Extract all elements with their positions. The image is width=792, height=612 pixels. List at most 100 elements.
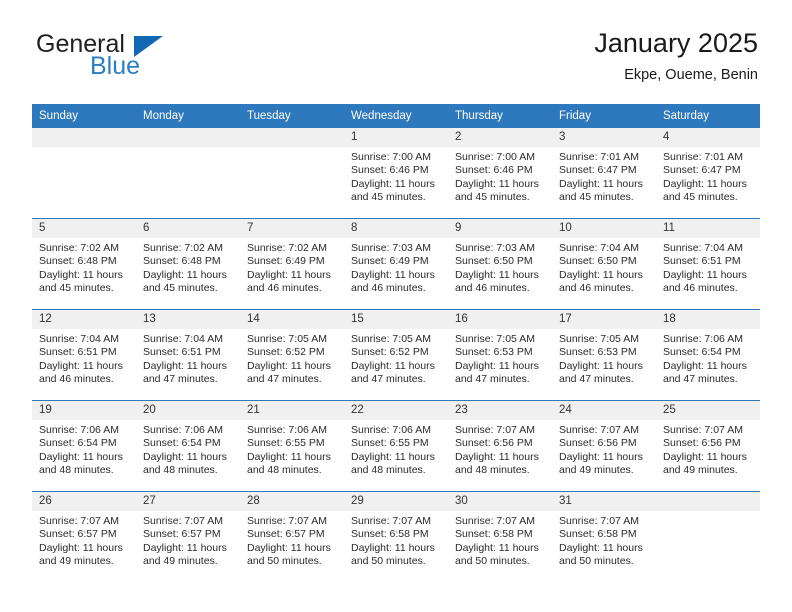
calendar-header-row: Sunday Monday Tuesday Wednesday Thursday Frid… [32,104,760,128]
sunrise-text: Sunrise: 7:06 AM [143,424,223,436]
calendar-day[interactable]: 28 Sunrise: 7:07 AM Sunset: 6:57 PM Dayligh… [240,492,344,582]
calendar-day[interactable]: 27 Sunrise: 7:07 AM Sunset: 6:57 PM Dayligh… [136,492,240,582]
calendar-day[interactable]: 12 Sunrise: 7:04 AM Sunset: 6:51 PM Dayligh… [32,310,136,400]
sunset-text: Sunset: 6:51 PM [39,346,117,359]
calendar-cell: 26 Sunrise: 7:07 AM Sunset: 6:57 PM Dayligh… [32,491,136,582]
daylight-text: Daylight: 11 hours and 50 minutes. [247,541,331,568]
brand-logo[interactable]: General Blue [34,28,294,90]
calendar-day[interactable]: 24 Sunrise: 7:07 AM Sunset: 6:56 PM Dayligh… [552,401,656,491]
sunset-text: Sunset: 6:54 PM [663,346,741,359]
daylight-text: Daylight: 11 hours and 47 minutes. [559,359,643,386]
sunset-text: Sunset: 6:53 PM [455,346,533,359]
sunrise-text: Sunrise: 7:07 AM [39,515,119,527]
day-number: 19 [32,401,136,420]
sunrise-text: Sunrise: 7:00 AM [351,151,431,163]
sunset-text: Sunset: 6:57 PM [247,528,325,541]
calendar-day[interactable]: 31 Sunrise: 7:07 AM Sunset: 6:58 PM Dayligh… [552,492,656,582]
calendar-day[interactable]: 3 Sunrise: 7:01 AM Sunset: 6:47 PM Daylight… [552,128,656,218]
sunrise-text: Sunrise: 7:07 AM [559,424,639,436]
calendar-day[interactable]: 2 Sunrise: 7:00 AM Sunset: 6:46 PM Daylight… [448,128,552,218]
page-subtitle: Ekpe, Oueme, Benin [624,67,758,84]
day-number: 18 [656,310,760,329]
day-number [136,128,240,147]
sunrise-text: Sunrise: 7:03 AM [455,242,535,254]
calendar-day[interactable]: 29 Sunrise: 7:07 AM Sunset: 6:58 PM Dayligh… [344,492,448,582]
calendar-day[interactable]: 10 Sunrise: 7:04 AM Sunset: 6:50 PM Dayligh… [552,219,656,309]
day-number: 16 [448,310,552,329]
calendar-cell: 25 Sunrise: 7:07 AM Sunset: 6:56 PM Dayligh… [656,400,760,492]
day-details: Sunrise: 7:07 AM Sunset: 6:57 PM Daylight:… [136,511,240,569]
day-details: Sunrise: 7:04 AM Sunset: 6:51 PM Daylight:… [136,329,240,387]
calendar-day[interactable]: 30 Sunrise: 7:07 AM Sunset: 6:58 PM Dayligh… [448,492,552,582]
day-details: Sunrise: 7:07 AM Sunset: 6:58 PM Daylight:… [344,511,448,569]
day-number: 12 [32,310,136,329]
day-number: 9 [448,219,552,238]
calendar-day[interactable]: 14 Sunrise: 7:05 AM Sunset: 6:52 PM Dayligh… [240,310,344,400]
calendar-day[interactable]: 15 Sunrise: 7:05 AM Sunset: 6:52 PM Dayligh… [344,310,448,400]
day-details: Sunrise: 7:07 AM Sunset: 6:57 PM Daylight:… [32,511,136,569]
column-header-friday: Friday [552,104,656,128]
calendar-day[interactable]: 7 Sunrise: 7:02 AM Sunset: 6:49 PM Daylight… [240,219,344,309]
title-block: January 2025 Ekpe, Oueme, Benin [594,28,758,83]
column-header-saturday: Saturday [656,104,760,128]
calendar-day[interactable]: 19 Sunrise: 7:06 AM Sunset: 6:54 PM Dayligh… [32,401,136,491]
calendar-day[interactable]: 5 Sunrise: 7:02 AM Sunset: 6:48 PM Daylight… [32,219,136,309]
sunset-text: Sunset: 6:54 PM [39,437,117,450]
column-header-monday: Monday [136,104,240,128]
calendar-day[interactable]: 1 Sunrise: 7:00 AM Sunset: 6:46 PM Daylight… [344,128,448,218]
calendar-day[interactable]: 18 Sunrise: 7:06 AM Sunset: 6:54 PM Dayligh… [656,310,760,400]
calendar-cell: 29 Sunrise: 7:07 AM Sunset: 6:58 PM Dayligh… [344,491,448,582]
calendar-day[interactable]: 11 Sunrise: 7:04 AM Sunset: 6:51 PM Dayligh… [656,219,760,309]
calendar-day[interactable]: 23 Sunrise: 7:07 AM Sunset: 6:56 PM Dayligh… [448,401,552,491]
sunset-text: Sunset: 6:49 PM [351,255,429,268]
calendar-cell: 3 Sunrise: 7:01 AM Sunset: 6:47 PM Daylight… [552,128,656,219]
calendar-day[interactable]: 25 Sunrise: 7:07 AM Sunset: 6:56 PM Dayligh… [656,401,760,491]
sunrise-text: Sunrise: 7:02 AM [247,242,327,254]
sunrise-text: Sunrise: 7:07 AM [663,424,743,436]
sunset-text: Sunset: 6:52 PM [351,346,429,359]
sunrise-text: Sunrise: 7:05 AM [247,333,327,345]
daylight-text: Daylight: 11 hours and 50 minutes. [455,541,539,568]
calendar-day[interactable]: 13 Sunrise: 7:04 AM Sunset: 6:51 PM Dayligh… [136,310,240,400]
calendar-cell: 18 Sunrise: 7:06 AM Sunset: 6:54 PM Dayligh… [656,309,760,401]
calendar-day[interactable]: 17 Sunrise: 7:05 AM Sunset: 6:53 PM Dayligh… [552,310,656,400]
calendar-cell [136,128,240,219]
calendar-day[interactable]: 6 Sunrise: 7:02 AM Sunset: 6:48 PM Daylight… [136,219,240,309]
calendar-day[interactable]: 8 Sunrise: 7:03 AM Sunset: 6:49 PM Daylight… [344,219,448,309]
calendar-day[interactable]: 9 Sunrise: 7:03 AM Sunset: 6:50 PM Daylight… [448,219,552,309]
sunrise-text: Sunrise: 7:07 AM [247,515,327,527]
sunset-text: Sunset: 6:49 PM [247,255,325,268]
day-number: 17 [552,310,656,329]
sunrise-text: Sunrise: 7:04 AM [143,333,223,345]
calendar-day[interactable]: 21 Sunrise: 7:06 AM Sunset: 6:55 PM Dayligh… [240,401,344,491]
sunset-text: Sunset: 6:58 PM [455,528,533,541]
sunrise-text: Sunrise: 7:02 AM [39,242,119,254]
day-number: 24 [552,401,656,420]
calendar-cell: 10 Sunrise: 7:04 AM Sunset: 6:50 PM Dayligh… [552,218,656,310]
day-number: 21 [240,401,344,420]
sunset-text: Sunset: 6:47 PM [663,164,741,177]
calendar-cell: 22 Sunrise: 7:06 AM Sunset: 6:55 PM Dayligh… [344,400,448,492]
day-details: Sunrise: 7:03 AM Sunset: 6:49 PM Daylight:… [344,238,448,296]
day-number [32,128,136,147]
calendar-week-row: 19 Sunrise: 7:06 AM Sunset: 6:54 PM Dayligh… [32,400,760,492]
sunset-text: Sunset: 6:53 PM [559,346,637,359]
sunset-text: Sunset: 6:55 PM [351,437,429,450]
calendar-day[interactable]: 26 Sunrise: 7:07 AM Sunset: 6:57 PM Dayligh… [32,492,136,582]
calendar-day[interactable]: 4 Sunrise: 7:01 AM Sunset: 6:47 PM Daylight… [656,128,760,218]
calendar-body: 1 Sunrise: 7:00 AM Sunset: 6:46 PM Daylight… [32,128,760,582]
calendar-cell: 14 Sunrise: 7:05 AM Sunset: 6:52 PM Dayligh… [240,309,344,401]
day-details: Sunrise: 7:02 AM Sunset: 6:49 PM Daylight:… [240,238,344,296]
calendar-cell: 28 Sunrise: 7:07 AM Sunset: 6:57 PM Dayligh… [240,491,344,582]
daylight-text: Daylight: 11 hours and 45 minutes. [559,177,643,204]
daylight-text: Daylight: 11 hours and 48 minutes. [247,450,331,477]
sunset-text: Sunset: 6:47 PM [559,164,637,177]
calendar-day[interactable]: 22 Sunrise: 7:06 AM Sunset: 6:55 PM Dayligh… [344,401,448,491]
day-number: 4 [656,128,760,147]
sunrise-text: Sunrise: 7:07 AM [455,424,535,436]
calendar-day[interactable]: 16 Sunrise: 7:05 AM Sunset: 6:53 PM Dayligh… [448,310,552,400]
column-header-thursday: Thursday [448,104,552,128]
calendar-day[interactable]: 20 Sunrise: 7:06 AM Sunset: 6:54 PM Dayligh… [136,401,240,491]
day-number: 27 [136,492,240,511]
daylight-text: Daylight: 11 hours and 49 minutes. [663,450,747,477]
